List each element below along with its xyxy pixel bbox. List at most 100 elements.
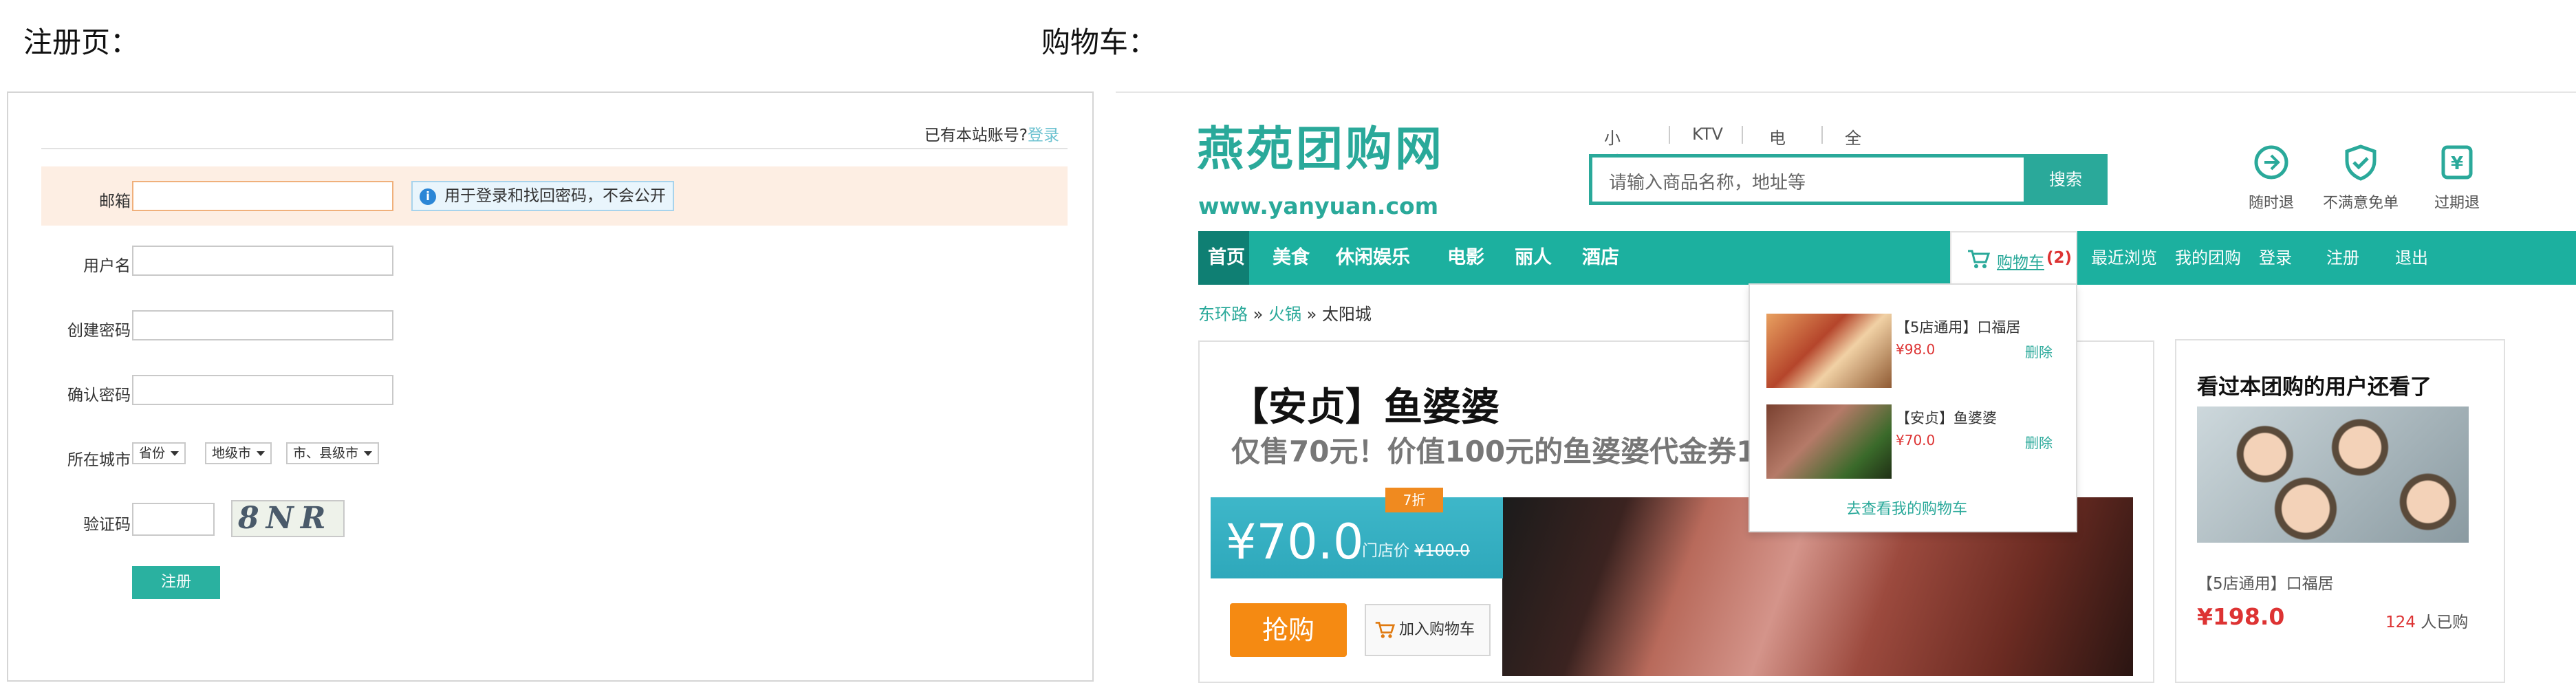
email-label: 邮箱 — [99, 193, 131, 210]
deal-title: 【安贞】鱼婆婆 — [1230, 385, 1500, 430]
chevron-down-icon — [364, 451, 373, 456]
captcha-field[interactable] — [132, 503, 215, 536]
province-select[interactable]: 省份 — [132, 442, 186, 464]
cart-dropdown: 【5店通用】口福居 ¥98.0 删除 【安贞】鱼婆婆 ¥70.0 删除 去查看我… — [1749, 283, 2077, 532]
city-select-value: 地级市 — [212, 446, 252, 461]
divider — [1669, 126, 1670, 144]
add-to-cart-label: 加入购物车 — [1399, 621, 1475, 638]
breadcrumb-separator: » — [1253, 305, 1264, 324]
nav-item-register[interactable]: 注册 — [2326, 231, 2359, 285]
cart-item-name[interactable]: 【安贞】鱼婆婆 — [1896, 407, 1997, 428]
divider — [1821, 126, 1823, 144]
main-nav: 首页 美食 休闲娱乐 电影 丽人 酒店 最近浏览 我的团购 登录 注册 退出 — [1198, 231, 2576, 285]
store-price: 门店价 ¥100.0 — [1362, 537, 1470, 561]
breadcrumb-current: 太阳城 — [1321, 305, 1372, 324]
login-link[interactable]: 登录 — [1028, 127, 1059, 144]
nav-item-food[interactable]: 美食 — [1273, 231, 1310, 285]
username-label: 用户名 — [83, 257, 131, 275]
sidebar-item-price: ¥198.0 — [2197, 603, 2285, 630]
cart-section-title: 购物车： — [1041, 25, 1158, 59]
sidebar-item-image[interactable] — [2197, 406, 2469, 543]
captcha-image[interactable]: 8NR — [231, 500, 345, 537]
breadcrumb-separator: » — [1306, 305, 1317, 324]
email-hint: i 用于登录和找回密码，不会公开 — [411, 181, 674, 211]
shopping-cart-icon — [1968, 250, 1990, 268]
sold-count: 124 — [2385, 614, 2416, 631]
guarantee-refund-anytime: 随时退 — [2230, 144, 2313, 213]
cart-item-name[interactable]: 【5店通用】口福居 — [1896, 316, 2020, 337]
register-panel: 已有本站账号?登录 邮箱 i 用于登录和找回密码，不会公开 用户名 创建密码 确认… — [7, 91, 1094, 682]
breadcrumb-item[interactable]: 火锅 — [1268, 305, 1301, 324]
discount-badge: 7折 — [1385, 488, 1443, 512]
nav-item-login[interactable]: 登录 — [2259, 231, 2292, 285]
add-to-cart-button[interactable]: 加入购物车 — [1365, 604, 1491, 656]
divider — [1742, 126, 1743, 144]
cart-label: 购物车 — [1997, 254, 2044, 272]
nav-item-leisure[interactable]: 休闲娱乐 — [1336, 231, 1410, 285]
sidebar-item-sold: 124 人已购 — [2385, 609, 2468, 632]
cart-item-thumbnail[interactable] — [1766, 404, 1892, 479]
site-url: www.yanyuan.com — [1198, 193, 1439, 219]
price-box: ¥70.0 门店价 ¥100.0 — [1211, 497, 1503, 578]
chevron-down-icon — [171, 451, 180, 456]
search-button[interactable]: 搜索 — [2024, 154, 2108, 205]
shield-check-icon — [2345, 144, 2377, 181]
site-logo[interactable]: 燕苑团购网 — [1197, 111, 1444, 179]
view-cart-link[interactable]: 去查看我的购物车 — [1846, 497, 1967, 519]
cart-count-badge: (2) — [2046, 249, 2072, 267]
shop-panel: 燕苑团购网 www.yanyuan.com 小时代 KTV 电影 全聚德 请输入… — [1116, 91, 2576, 683]
refund-anytime-icon — [2254, 145, 2288, 180]
cart-button[interactable]: 购物车 (2) — [1950, 231, 2077, 285]
register-button[interactable]: 注册 — [132, 566, 220, 599]
quick-link-ktv[interactable]: KTV — [1692, 124, 1723, 144]
deal-subtitle: 仅售70元！价值100元的鱼婆婆代金券1张， — [1231, 435, 1815, 468]
search-placeholder: 请输入商品名称，地址等 — [1609, 173, 1806, 193]
have-account-text: 已有本站账号?登录 — [924, 122, 1059, 145]
nav-item-recent[interactable]: 最近浏览 — [2091, 231, 2157, 285]
create-password-field[interactable] — [132, 310, 393, 340]
shopping-cart-icon — [1375, 622, 1395, 638]
info-icon: i — [420, 188, 436, 205]
yen-receipt-icon: ¥ — [2441, 145, 2473, 180]
nav-item-logout[interactable]: 退出 — [2395, 231, 2428, 285]
related-sidebar: 看过本团购的用户还看了 【5店通用】口福居 ¥198.0 124 人已购 — [2175, 339, 2505, 683]
deal-price: ¥70.0 — [1226, 514, 1364, 570]
store-price-value: ¥100.0 — [1414, 542, 1470, 560]
store-price-label: 门店价 — [1362, 542, 1409, 560]
sidebar-item-name[interactable]: 【5店通用】口福居 — [2197, 570, 2334, 594]
nav-item-hotel[interactable]: 酒店 — [1582, 231, 1619, 285]
guarantee-expired-refund: ¥ 过期退 — [2416, 144, 2498, 213]
nav-item-movie[interactable]: 电影 — [1447, 231, 1484, 285]
cart-item-price: ¥70.0 — [1896, 432, 1936, 448]
guarantee-free-if-unsatisfied: 不满意免单 — [2313, 144, 2409, 213]
nav-item-beauty[interactable]: 丽人 — [1515, 231, 1552, 285]
county-select-value: 市、县级市 — [293, 446, 359, 461]
confirm-password-field[interactable] — [132, 375, 393, 405]
city-select[interactable]: 地级市 — [205, 442, 272, 464]
cart-item-thumbnail[interactable] — [1766, 314, 1892, 388]
nav-item-my-orders[interactable]: 我的团购 — [2175, 231, 2241, 285]
username-field[interactable] — [132, 246, 393, 276]
sidebar-heading: 看过本团购的用户还看了 — [2197, 375, 2432, 400]
register-section-title: 注册页： — [23, 25, 140, 59]
email-hint-text: 用于登录和找回密码，不会公开 — [444, 187, 666, 205]
divider — [41, 148, 1068, 149]
sold-suffix: 人已购 — [2421, 614, 2469, 631]
email-field[interactable] — [132, 181, 393, 211]
guarantee-label: 过期退 — [2434, 195, 2480, 212]
buy-button[interactable]: 抢购 — [1230, 603, 1347, 657]
cart-item-delete[interactable]: 删除 — [2025, 432, 2053, 452]
guarantee-label: 随时退 — [2248, 195, 2294, 212]
cart-item-delete[interactable]: 删除 — [2025, 341, 2053, 361]
province-select-value: 省份 — [139, 446, 166, 461]
breadcrumb: 东环路 » 火锅 » 太阳城 — [1198, 301, 1372, 325]
nav-item-home[interactable]: 首页 — [1198, 231, 1249, 285]
have-account-label: 已有本站账号? — [924, 127, 1028, 144]
breadcrumb-item[interactable]: 东环路 — [1198, 305, 1248, 324]
confirm-password-label: 确认密码 — [67, 387, 131, 404]
county-select[interactable]: 市、县级市 — [286, 442, 380, 464]
svg-text:¥: ¥ — [2451, 153, 2463, 174]
guarantee-label: 不满意免单 — [2322, 195, 2399, 212]
cart-item-price: ¥98.0 — [1896, 341, 1936, 358]
city-label: 所在城市 — [67, 451, 131, 469]
